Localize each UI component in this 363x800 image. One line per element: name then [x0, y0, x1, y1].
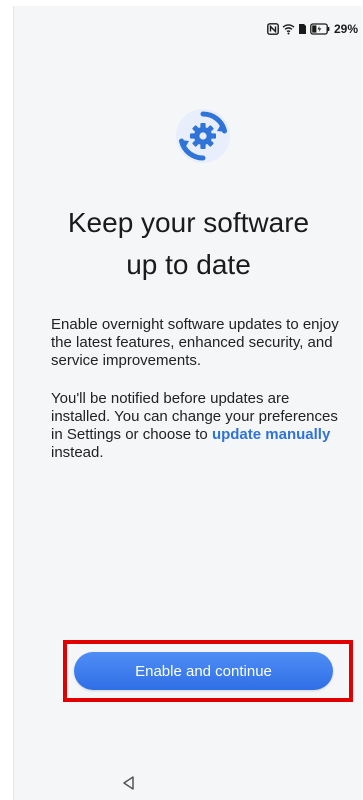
back-triangle-icon[interactable]: [120, 774, 138, 792]
device-frame: 29% Keep your software up to date Enable…: [0, 0, 363, 800]
battery-charging-icon: [310, 23, 330, 35]
status-bar: 29%: [267, 20, 358, 38]
description-paragraph-1: Enable overnight software updates to enj…: [51, 316, 339, 369]
page-title: Keep your software up to date: [14, 202, 363, 286]
battery-percent: 29%: [333, 22, 358, 36]
setup-screen: 29% Keep your software up to date Enable…: [13, 6, 362, 800]
enable-and-continue-button[interactable]: Enable and continue: [74, 652, 333, 690]
wifi-icon: [282, 23, 295, 35]
page-title-line-2: up to date: [126, 249, 251, 280]
description-paragraph-2: You'll be notified before updates are in…: [51, 390, 351, 462]
settings-gear-sync-icon: [169, 102, 237, 170]
paragraph-2-suffix: instead.: [51, 444, 104, 461]
sim-icon: [298, 23, 307, 35]
page-title-line-1: Keep your software: [67, 207, 310, 238]
update-manually-link[interactable]: update manually: [212, 426, 330, 443]
nfc-icon: [267, 23, 279, 35]
